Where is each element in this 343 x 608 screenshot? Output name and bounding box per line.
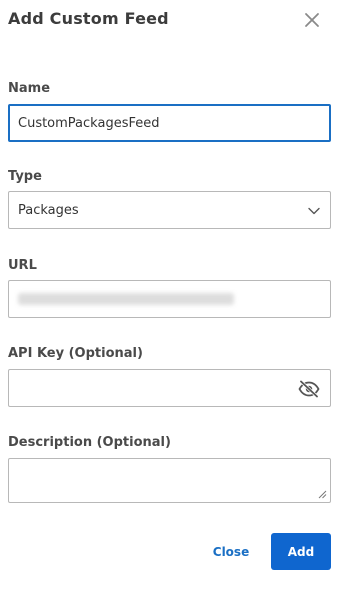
type-select-value: Packages xyxy=(18,202,79,218)
close-icon[interactable] xyxy=(302,10,322,30)
name-input[interactable]: CustomPackagesFeed xyxy=(8,104,331,142)
eye-off-icon[interactable] xyxy=(298,380,320,398)
add-custom-feed-dialog: Add Custom Feed Name CustomPackagesFeed … xyxy=(0,0,343,608)
url-input-value-redacted xyxy=(18,293,234,305)
resize-handle-icon[interactable] xyxy=(317,489,327,499)
type-select[interactable]: Packages xyxy=(8,191,331,229)
close-button[interactable]: Close xyxy=(207,535,255,569)
dialog-title: Add Custom Feed xyxy=(8,9,169,28)
description-label: Description (Optional) xyxy=(8,435,171,450)
type-label: Type xyxy=(8,169,42,184)
description-textarea[interactable] xyxy=(8,458,331,503)
url-input[interactable] xyxy=(8,280,331,318)
api-key-label: API Key (Optional) xyxy=(8,346,143,361)
name-input-value: CustomPackagesFeed xyxy=(18,115,160,131)
url-label: URL xyxy=(8,258,37,273)
api-key-input[interactable] xyxy=(8,369,331,407)
add-button[interactable]: Add xyxy=(271,533,331,570)
name-label: Name xyxy=(8,81,51,96)
chevron-down-icon xyxy=(308,207,320,215)
